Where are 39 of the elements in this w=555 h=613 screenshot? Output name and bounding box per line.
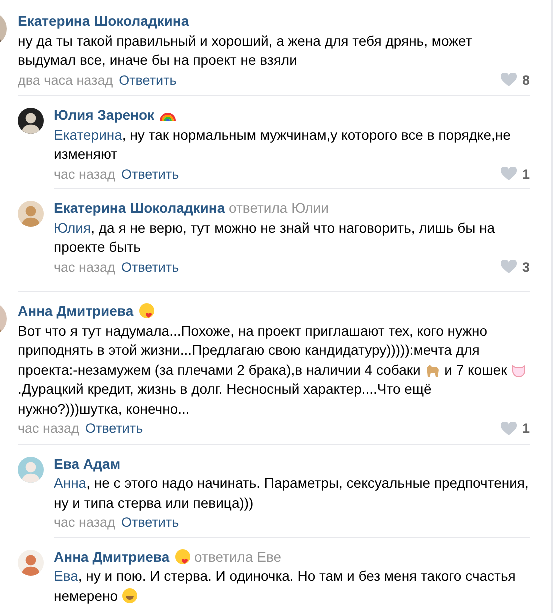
reply-target: ответила Еве (194, 548, 282, 564)
comment-time: час назад (18, 420, 80, 438)
mention-link[interactable]: Анна (54, 475, 87, 491)
like-button[interactable]: 8 (501, 70, 530, 90)
like-button[interactable]: 1 (501, 419, 530, 438)
heart-icon (501, 73, 518, 88)
mention-link[interactable]: Юлия (54, 220, 92, 236)
reply-link[interactable]: Ответить (85, 419, 144, 438)
mention-link[interactable]: Екатерина (54, 126, 122, 142)
comment-text: Ева, ну и пою. И стерва. И одиночка. Но там и без меня такого счастья немерено (54, 567, 517, 606)
laughing-face-icon (122, 588, 138, 604)
comment-text: Юлия, да я не верю, тут можно не знай что наговорить, лишь бы на проекте быть (54, 218, 496, 257)
heart-icon (501, 167, 518, 182)
comment-text: Анна, не с этого надо начинать. Параметры, сексуальные предпочтения, ну и типа стерва или певица))) (54, 474, 530, 513)
kiss-face-icon (138, 303, 155, 319)
reply-link[interactable]: Ответить (121, 258, 180, 277)
like-button[interactable]: 1 (501, 164, 530, 184)
author-name[interactable]: Анна Дмитриева (18, 303, 134, 319)
like-button[interactable]: 3 (501, 258, 530, 277)
kiss-face-icon (174, 548, 191, 564)
reply-link[interactable]: Ответить (121, 164, 180, 184)
author-name[interactable]: Екатерина Шоколадкина (18, 13, 190, 29)
heart-icon (501, 260, 518, 274)
mention-link[interactable]: Ева (54, 568, 78, 584)
comment-time: два часа назад (18, 72, 114, 90)
author-name[interactable]: Ева Адам (54, 456, 121, 472)
heart-icon (501, 422, 518, 436)
reply-link[interactable]: Ответить (121, 513, 180, 532)
comment-time: час назад (54, 166, 116, 184)
comment-time: час назад (54, 514, 116, 532)
reply-target: ответила Юлии (229, 200, 329, 216)
comment-text: Вот что я тут надумала...Похоже, на проект приглашают тех, кого нужно приподнять в этой жизни...Предлагаю свою кандидатуру))))):мечта для проекта:-незамужем (за плечами 2 брака),в наличии 4 собаки и 7 кошек .Дурацкий кредит, жизнь в долг. Несносный характер....Что ещё нужно?)))шутка, конечно... (18, 322, 530, 419)
comment-time: час назад (54, 258, 116, 277)
author-name[interactable]: Екатерина Шоколадкина (54, 200, 226, 216)
reply-link[interactable]: Ответить (119, 70, 177, 90)
comment-text: Екатерина, ну так нормальным мужчинам,у которого все в порядке,не изменяют (54, 126, 512, 164)
comment-text: ну да ты такой правильный и хороший, а жена для тебя дрянь, может выдумал все, иначе бы на проект не взяли (18, 32, 474, 70)
author-name[interactable]: Анна Дмитриева (54, 548, 170, 564)
author-name[interactable]: Юлия Заренок (54, 107, 155, 123)
